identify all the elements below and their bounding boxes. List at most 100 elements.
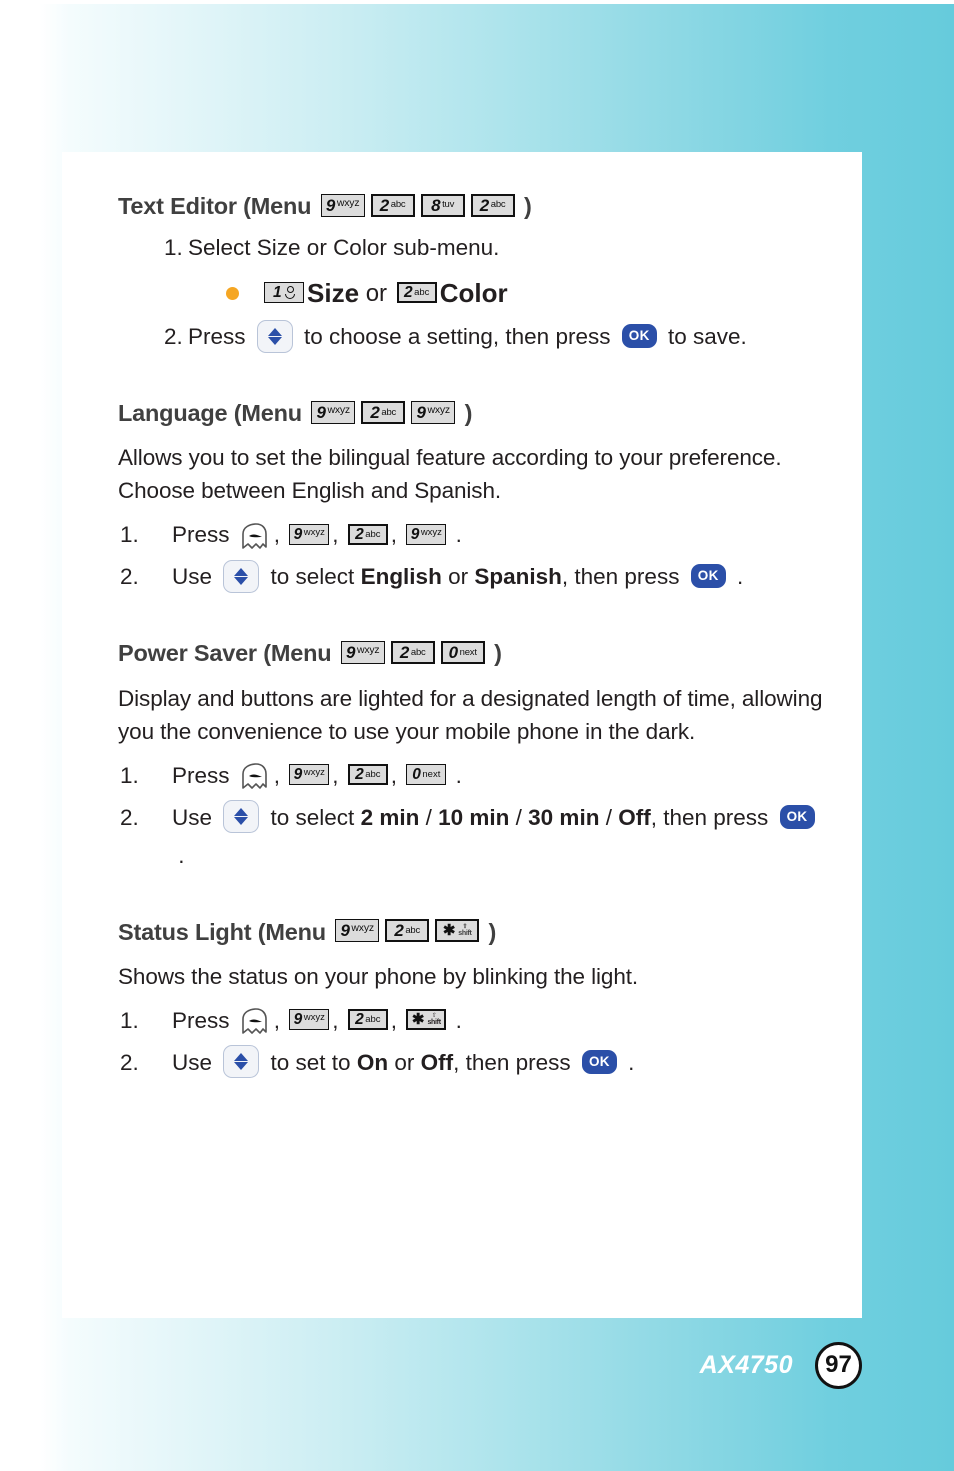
step-text-part: Use xyxy=(172,1049,219,1075)
key-0-next: 0 next xyxy=(440,640,485,664)
step-number: 1. xyxy=(120,762,139,788)
key-letters: abc xyxy=(365,1014,381,1025)
key-letters: abc xyxy=(390,199,406,211)
key-letters: wxyz xyxy=(356,644,380,657)
key-letters: abc xyxy=(365,768,381,780)
steps-text-editor-2: 2. Press to choose a setting, then press… xyxy=(118,319,830,355)
step-number: 2. xyxy=(164,324,183,350)
step-text-part: Use xyxy=(172,564,219,590)
key-digit: 9 xyxy=(316,402,326,422)
step-text-part: , then press xyxy=(561,564,686,590)
option-separator: / xyxy=(509,804,529,830)
key-letters: wxyz xyxy=(420,526,442,538)
step-text-part: , xyxy=(332,762,345,788)
key-9-wxyz: 9 wxyz xyxy=(335,919,380,943)
steps-text-editor: 1. Select Size or Color sub-menu. xyxy=(118,230,830,266)
key-digit: 9 xyxy=(293,525,303,543)
key-letters: wxyz xyxy=(303,1012,325,1023)
key-8-tuv: 8 tuv xyxy=(420,193,465,217)
key-9-wxyz: 9 wxyz xyxy=(289,523,330,545)
option-english: English xyxy=(360,564,442,590)
key-digit: 2 xyxy=(355,765,364,783)
bullet-size-color: 1 Size or 2 abc Color xyxy=(118,278,830,309)
ok-key-icon: OK xyxy=(581,1049,617,1074)
step-text-part: , xyxy=(390,522,404,548)
option-off: Off xyxy=(618,804,651,830)
section-power-saver: Power Saver (Menu 9 wxyz 2 abc 0 next ) Dis… xyxy=(118,639,830,873)
key-2-abc: 2 abc xyxy=(385,919,430,943)
menu-key-icon xyxy=(240,762,270,793)
key-digit: 8 xyxy=(431,195,441,215)
ok-key-icon: OK xyxy=(779,804,815,829)
step-text-part: . xyxy=(449,522,462,548)
step-text: Use to select English or Spanish , then … xyxy=(172,559,830,595)
list-item: 1. Press , 9 wxyz xyxy=(118,517,830,553)
step-text-part: , xyxy=(273,522,287,548)
option-spanish: Spanish xyxy=(474,564,562,590)
step-text-part: , then press xyxy=(650,804,775,830)
step-number: 1. xyxy=(120,1007,139,1033)
key-digit: 2 xyxy=(370,402,380,422)
list-item: 2. Use to select 2 min / 10 min / 30 min xyxy=(118,800,830,874)
navigation-key-icon xyxy=(256,319,293,353)
option-2-min: 2 min xyxy=(360,804,420,830)
star-icon: ✱ xyxy=(411,1011,425,1029)
step-text-part: Use xyxy=(172,804,219,830)
key-2-abc: 2 abc xyxy=(347,523,388,545)
step-number: 2. xyxy=(120,564,139,590)
key-digit: 2 xyxy=(399,642,409,662)
key-2-abc: 2 abc xyxy=(361,400,406,424)
body-language: Allows you to set the bilingual feature … xyxy=(118,445,782,504)
key-2-abc: 2 abc xyxy=(347,1009,388,1031)
menu-key-icon xyxy=(240,522,270,553)
step-number: 1. xyxy=(120,522,139,548)
key-digit: 9 xyxy=(293,765,303,783)
key-digit: 9 xyxy=(340,921,350,941)
step-text-part: or xyxy=(388,1049,421,1075)
voicemail-icon xyxy=(285,286,296,300)
step-text-part: . xyxy=(730,564,744,590)
step-text-part: , xyxy=(273,1007,287,1033)
key-2-abc: 2 abc xyxy=(396,282,437,304)
option-separator: / xyxy=(599,804,619,830)
heading-power-saver-label: Power Saver (Menu xyxy=(118,640,338,667)
heading-language-label: Language (Menu xyxy=(118,400,309,427)
key-letters: abc xyxy=(490,199,506,211)
option-separator: / xyxy=(419,804,439,830)
list-item: 1. Select Size or Color sub-menu. xyxy=(118,230,830,266)
shift-label: ⇧ shift xyxy=(458,924,472,937)
key-2-abc: 2 abc xyxy=(390,640,435,664)
heading-status-light-label: Status Light (Menu xyxy=(118,918,333,945)
step-text-part: , xyxy=(390,1007,404,1033)
bullet-color-label: Color xyxy=(439,278,508,309)
key-9-wxyz: 9 wxyz xyxy=(320,193,365,217)
option-on: On xyxy=(356,1049,389,1075)
step-text-part: or xyxy=(441,564,475,590)
step-number: 1. xyxy=(164,235,183,261)
key-2-abc: 2 abc xyxy=(370,193,415,217)
key-letters: wxyz xyxy=(336,196,360,209)
step-text-part: to select xyxy=(264,564,361,590)
key-letters: next xyxy=(422,768,441,780)
step-text-part: . xyxy=(449,1007,462,1033)
key-letters: wxyz xyxy=(303,766,325,778)
step-number: 2. xyxy=(120,1049,139,1075)
heading-language-suffix: ) xyxy=(458,400,473,427)
menu-key-svg xyxy=(241,523,267,549)
step-text-part: , xyxy=(390,762,404,788)
option-off: Off xyxy=(420,1049,454,1075)
heading-power-saver: Power Saver (Menu 9 wxyz 2 abc 0 next ) xyxy=(118,639,830,667)
key-letters: abc xyxy=(414,286,430,298)
heading-power-saver-suffix: ) xyxy=(487,640,502,667)
step-text-part: to select xyxy=(264,804,361,830)
step-text-part: . xyxy=(449,762,462,788)
key-9-wxyz: 9 wxyz xyxy=(289,1009,330,1031)
menu-key-svg xyxy=(241,763,267,789)
section-status-light: Status Light (Menu 9 wxyz 2 abc ✱ ⇧ shift ) … xyxy=(118,918,830,1081)
key-9-wxyz: 9 wxyz xyxy=(340,640,385,664)
step-text-part: Press xyxy=(172,1007,236,1033)
document-body: Text Editor (Menu 9 wxyz 2 abc 8 tuv 2 abc )… xyxy=(118,192,830,1081)
heading-status-light-suffix: ) xyxy=(482,918,497,945)
